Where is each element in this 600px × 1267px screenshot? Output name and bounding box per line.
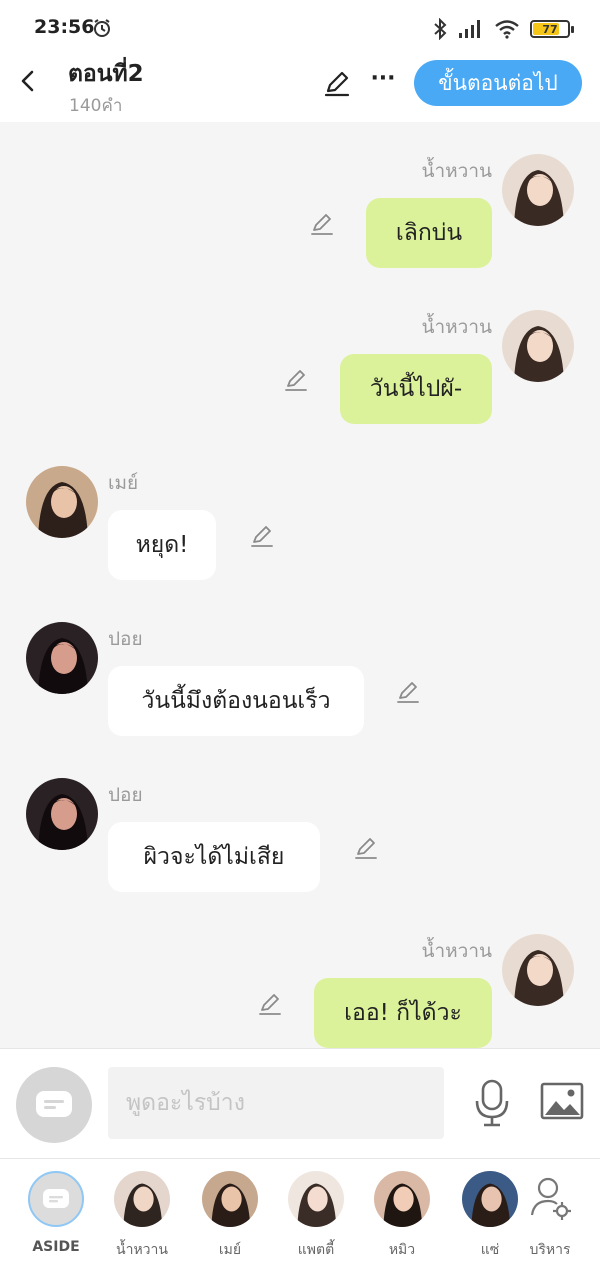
avatar[interactable] [502, 154, 574, 226]
battery-text: 77 [542, 22, 558, 36]
message-row: ปอยวันนี้มึงต้องนอนเร็ว [0, 622, 600, 772]
page-title: ตอนที่2 [68, 61, 144, 87]
message-bubble[interactable]: หยุด! [108, 510, 216, 580]
avatar[interactable] [502, 310, 574, 382]
chat-bubble-icon [36, 1091, 72, 1117]
character-label: แพตตี้ [297, 1242, 335, 1258]
pencil-icon[interactable] [322, 68, 352, 98]
avatar[interactable] [26, 466, 98, 538]
message-row: น้ำหวานวันนี้ไปผั- [0, 278, 600, 428]
message-input[interactable] [108, 1067, 444, 1139]
character-bar: ASIDE น้ำหวาน เมย์ แพตตี้ หมิว แซ่ บริหาร [0, 1158, 600, 1267]
character-label: บริหาร [529, 1242, 571, 1258]
message-row: น้ำหวานเลิกบ่น [0, 122, 600, 272]
image-icon[interactable] [540, 1081, 584, 1121]
edit-message-icon[interactable] [352, 834, 380, 862]
more-button[interactable]: ··· [368, 64, 398, 94]
status-time: 23:56 [34, 16, 95, 38]
message-row: น้ำหวานเออ! ก็ได้วะ [0, 902, 600, 1048]
alarm-icon [94, 19, 110, 37]
sender-name: น้ำหวาน [421, 160, 492, 182]
edit-message-icon[interactable] [282, 366, 310, 394]
edit-message-icon[interactable] [308, 210, 336, 238]
next-step-button[interactable]: ขั้นตอนต่อไป [414, 60, 582, 106]
word-count: 140คำ [69, 96, 123, 116]
battery-icon: 77 [530, 20, 574, 38]
sender-name: ปอย [108, 628, 143, 650]
status-icons: 77 [432, 16, 574, 42]
character-item[interactable]: เมย์ [190, 1171, 270, 1261]
signal-icon [459, 20, 480, 38]
message-row: เมย์หยุด! [0, 466, 600, 616]
sender-name: ปอย [108, 784, 143, 806]
character-item[interactable]: น้ำหวาน [102, 1171, 182, 1261]
microphone-icon[interactable] [472, 1079, 512, 1127]
sender-name: น้ำหวาน [421, 316, 492, 338]
status-bar: 23:56 77 [0, 0, 600, 56]
composer [0, 1048, 600, 1158]
character-label: เมย์ [218, 1242, 242, 1258]
edit-message-icon[interactable] [394, 678, 422, 706]
chat-area[interactable]: น้ำหวาน เลิกบ่น น้ำหวาน วันนี้ไปผั- เมย์ หย… [0, 122, 600, 1048]
chat-bubble-icon [28, 1171, 84, 1227]
header: ตอนที่2 140คำ ··· ขั้นตอนต่อไป [0, 56, 600, 122]
message-bubble[interactable]: ผิวจะได้ไม่เสีย [108, 822, 320, 892]
message-bubble[interactable]: วันนี้มึงต้องนอนเร็ว [108, 666, 364, 736]
avatar[interactable] [502, 934, 574, 1006]
aside-toggle-button[interactable] [16, 1067, 92, 1143]
back-arrow-icon[interactable] [14, 66, 42, 96]
character-item[interactable]: แพตตี้ [276, 1171, 356, 1261]
avatar[interactable] [26, 778, 98, 850]
manage-characters-button[interactable]: บริหาร [510, 1171, 590, 1261]
avatar [288, 1171, 344, 1227]
sender-name: น้ำหวาน [421, 940, 492, 962]
wifi-icon [495, 20, 519, 39]
character-item[interactable]: หมิว [362, 1171, 442, 1261]
avatar [202, 1171, 258, 1227]
character-label: หมิว [388, 1242, 416, 1258]
bluetooth-icon [434, 18, 447, 40]
avatar [114, 1171, 170, 1227]
edit-message-icon[interactable] [256, 990, 284, 1018]
edit-message-icon[interactable] [248, 522, 276, 550]
sender-name: เมย์ [108, 472, 139, 494]
avatar [374, 1171, 430, 1227]
avatar[interactable] [26, 622, 98, 694]
aside-character[interactable]: ASIDE [16, 1171, 96, 1261]
character-label: ASIDE [32, 1239, 80, 1255]
message-bubble[interactable]: เออ! ก็ได้วะ [314, 978, 492, 1048]
message-bubble[interactable]: เลิกบ่น [366, 198, 492, 268]
user-settings-icon [522, 1171, 578, 1227]
message-bubble[interactable]: วันนี้ไปผั- [340, 354, 492, 424]
character-label: น้ำหวาน [116, 1242, 168, 1258]
